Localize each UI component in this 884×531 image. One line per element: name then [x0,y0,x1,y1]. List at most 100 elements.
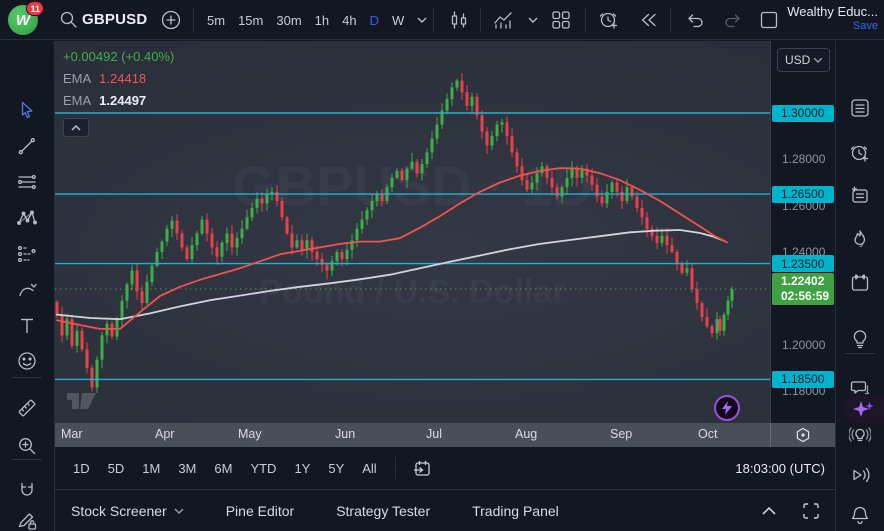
tab-label: Trading Panel [472,503,559,519]
range-button-5y[interactable]: 5Y [328,461,344,476]
toolbar-divider [12,377,42,378]
bar-replay-icon[interactable] [637,9,659,31]
range-toolbar: 1D 5D 1M 3M 6M YTD 1Y 5Y All 18:03:00 (UTC) [55,447,835,489]
ema-slow-value: 1.24497 [99,93,146,108]
live-ideas-icon[interactable] [847,422,873,448]
tab-trading-panel[interactable]: Trading Panel [472,503,559,519]
ideas-icon[interactable] [847,326,873,352]
tab-stock-screener[interactable]: Stock Screener [71,503,184,519]
alert-clock-icon[interactable] [598,9,620,31]
price-axis[interactable]: USD 1.280001.260001.240001.200001.180001… [770,41,835,423]
month-label-apr: Apr [155,427,174,441]
watchlist-icon[interactable] [847,95,873,121]
search-icon[interactable] [58,9,80,31]
calendar-icon[interactable] [847,270,873,296]
range-button-1m[interactable]: 1M [142,461,160,476]
notes-icon[interactable] [847,182,873,208]
tab-pine-editor[interactable]: Pine Editor [226,503,294,519]
emoji-icon[interactable] [14,348,40,374]
chevron-down-icon [174,508,184,514]
xabcd-pattern-icon[interactable] [14,205,40,231]
save-button[interactable]: Save [787,20,878,32]
top-toolbar: W 11 GBPUSD 5m 15m 30m 1h 4h DW Wealthy Educ.… [0,0,884,40]
currency-select[interactable]: USD [777,48,830,72]
go-to-date-icon[interactable] [412,457,434,479]
timeframe-4h[interactable]: 4h [342,13,356,28]
month-label-may: May [238,427,262,441]
ema-label[interactable]: EMA [63,71,91,86]
app-logo[interactable]: W 11 [8,5,38,35]
axis-divider [770,423,771,447]
fullscreen-corners-icon[interactable] [801,501,821,521]
redo-icon[interactable] [722,9,744,31]
brush-icon[interactable] [14,277,40,303]
timeframe-1h[interactable]: 1h [315,13,329,28]
zoom-in-icon[interactable] [14,433,40,459]
toolbar-divider [585,8,586,32]
timeframe-menu-chevron-icon[interactable] [417,17,427,23]
streams-icon[interactable] [847,462,873,488]
axis-settings-gear-icon[interactable] [792,425,814,445]
timeframe-30m[interactable]: 30m [276,13,301,28]
tab-strategy-tester[interactable]: Strategy Tester [336,503,430,519]
tab-label: Strategy Tester [336,503,430,519]
timeframe-5m[interactable]: 5m [207,13,225,28]
level-price-badge: 1.30000 [772,105,834,122]
timeframe-row: 5m 15m 30m 1h 4h DW [207,0,427,40]
bar-countdown: 02:56:59 [781,289,834,304]
chart-style-icon[interactable] [448,9,470,31]
range-button-1d[interactable]: 1D [73,461,90,476]
month-label-aug: Aug [515,427,537,441]
timeframe-15m[interactable]: 15m [238,13,263,28]
ai-sparkles-icon[interactable] [842,396,884,423]
layout-grid-icon[interactable] [550,9,572,31]
toolbar-divider [670,8,671,32]
range-button-all[interactable]: All [362,461,376,476]
level-price-badge: 1.18500 [772,371,834,388]
forecast-icon[interactable] [14,241,40,267]
chevron-down-icon[interactable] [522,9,544,31]
account-name[interactable]: Wealthy Educ... [787,4,878,19]
chevron-down-icon [814,58,822,63]
range-button-6m[interactable]: 6M [214,461,232,476]
timeframe-D[interactable]: D [370,13,379,28]
drawing-lock-icon[interactable] [14,508,40,531]
candlestick-chart[interactable]: GBPUSD · 1D Pound / U.S. Dollar +0.00492… [55,41,770,423]
range-button-3m[interactable]: 3M [178,461,196,476]
ruler-icon[interactable] [14,395,40,421]
cursor-icon[interactable] [14,97,40,123]
notifications-icon[interactable] [847,502,873,528]
compare-add-icon[interactable] [160,9,182,31]
price-change-label: +0.00492 (+0.40%) [63,49,174,64]
range-button-1y[interactable]: 1Y [294,461,310,476]
price-tick-label: 1.20000 [782,338,825,352]
range-button-5d[interactable]: 5D [108,461,125,476]
trend-line-icon[interactable] [14,133,40,159]
timeframe-W[interactable]: W [392,13,404,28]
magnet-icon[interactable] [14,478,40,504]
lightning-badge[interactable] [714,395,740,421]
toolbar-divider [193,8,194,32]
time-axis[interactable]: MarAprMayJunJulAugSepOct [55,423,835,447]
ema-label[interactable]: EMA [63,93,91,108]
tab-label: Pine Editor [226,503,294,519]
month-label-oct: Oct [698,427,717,441]
last-price-badge: 1.2240202:56:59 [772,273,834,305]
toolbar-divider [395,457,396,479]
range-button-ytd[interactable]: YTD [250,461,276,476]
alert-clock-icon[interactable] [847,140,873,166]
panel-collapse-chevron-icon[interactable] [759,501,779,521]
text-icon[interactable] [14,313,40,339]
timezone-clock[interactable]: 18:03:00 (UTC) [735,461,825,476]
toolbar-divider [433,8,434,32]
notification-count-badge: 11 [26,1,44,16]
indicators-icon[interactable] [492,9,514,31]
horizontal-lines-icon[interactable] [14,169,40,195]
save-layout-checkbox-icon[interactable] [758,9,780,31]
hotlist-icon[interactable] [847,226,873,252]
undo-icon[interactable] [684,9,706,31]
symbol-button[interactable]: GBPUSD [82,11,147,28]
month-label-jul: Jul [426,427,442,441]
toolbar-divider [845,353,875,354]
legend-collapse-button[interactable] [63,118,89,137]
